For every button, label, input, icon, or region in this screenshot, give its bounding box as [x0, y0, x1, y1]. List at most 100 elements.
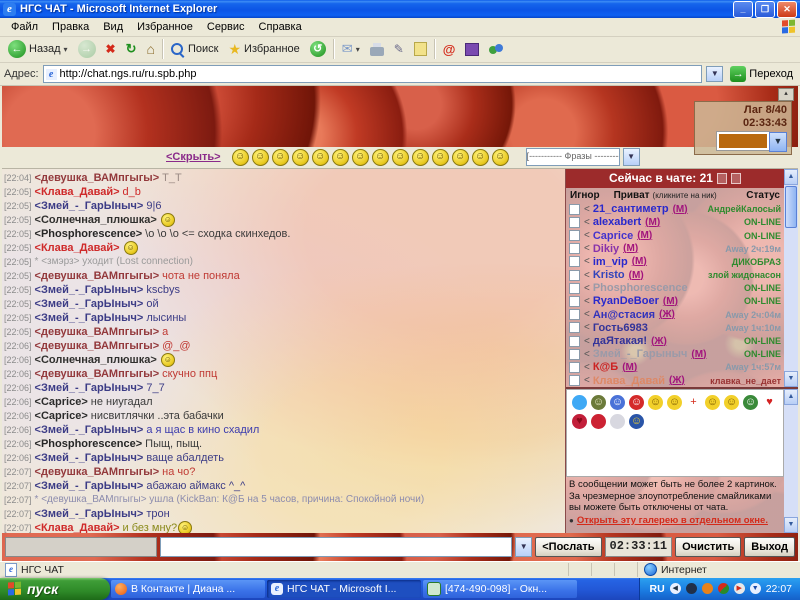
user-gender-link[interactable]: М: [629, 270, 644, 281]
smiley-icon[interactable]: ☺: [272, 149, 289, 166]
message-nick[interactable]: Змей_-_ГарЫныч: [35, 284, 144, 296]
message-input[interactable]: [160, 537, 512, 557]
smiley-icon[interactable]: ☺: [392, 149, 409, 166]
banner-collapse-icon[interactable]: ▴: [778, 88, 794, 101]
message-nick[interactable]: девушка_ВАМпгыгы: [35, 368, 160, 380]
user-nick[interactable]: 21_сантиметр: [593, 203, 669, 215]
go-button[interactable]: → Переход: [727, 66, 796, 82]
history-button[interactable]: ↺: [307, 40, 329, 58]
notes-button[interactable]: [411, 41, 430, 57]
message-nick[interactable]: Солнечная_плюшка: [35, 354, 157, 366]
gallery-smiley-icon[interactable]: ☺: [667, 395, 682, 410]
message-nick[interactable]: девушка_ВАМпгыгы: [35, 270, 160, 282]
refresh-button[interactable]: ↻: [123, 40, 140, 58]
search-button[interactable]: Поиск: [168, 42, 221, 56]
phrases-select[interactable]: [----------- Фразы -----------]: [526, 148, 620, 166]
exit-button[interactable]: Выход: [744, 537, 795, 557]
gallery-smiley-icon[interactable]: ☺: [743, 395, 758, 410]
gallery-smiley-icon[interactable]: ☺: [648, 395, 663, 410]
gallery-smiley-icon[interactable]: [610, 414, 625, 429]
close-button[interactable]: ✕: [777, 1, 797, 18]
message-nick[interactable]: Змей_-_ГарЫныч: [35, 424, 144, 436]
ignore-checkbox[interactable]: [569, 256, 580, 267]
smiley-icon[interactable]: ☺: [252, 149, 269, 166]
messenger-button[interactable]: [486, 42, 506, 57]
message-nick[interactable]: Caprice: [35, 410, 88, 422]
scroll-up-icon[interactable]: ▲: [784, 389, 798, 405]
user-gender-link[interactable]: М: [622, 362, 637, 373]
message-nick[interactable]: Змей_-_ГарЫныч: [35, 508, 144, 520]
mailru-button[interactable]: @: [440, 41, 459, 58]
smiley-icon[interactable]: ☺: [352, 149, 369, 166]
user-nick[interactable]: Caprice: [593, 230, 633, 242]
ignore-checkbox[interactable]: [569, 230, 580, 241]
menu-item[interactable]: Справка: [252, 21, 309, 33]
ignore-checkbox[interactable]: [569, 270, 580, 281]
user-nick[interactable]: Ан@стасия: [593, 309, 655, 321]
tray-arrow-icon[interactable]: ▼: [750, 583, 761, 594]
clear-button[interactable]: Очистить: [675, 537, 741, 557]
print-button[interactable]: [367, 42, 387, 57]
tray-orange-icon[interactable]: [702, 583, 713, 594]
user-gender-link[interactable]: М: [691, 349, 706, 360]
user-nick[interactable]: Dikiy: [593, 243, 619, 255]
user-gender-link[interactable]: М: [632, 256, 647, 267]
gallery-smiley-icon[interactable]: ☺: [705, 395, 720, 410]
message-nick[interactable]: Солнечная_плюшка: [35, 214, 157, 226]
minimize-button[interactable]: _: [733, 1, 753, 18]
ignore-checkbox[interactable]: [569, 296, 580, 307]
language-indicator[interactable]: RU: [650, 583, 665, 595]
ignore-checkbox[interactable]: [569, 362, 580, 373]
message-nick[interactable]: девушка_ВАМпгыгы: [35, 340, 160, 352]
start-button[interactable]: пуск: [0, 578, 110, 600]
user-gender-link[interactable]: Ж: [669, 375, 685, 386]
scroll-down-icon[interactable]: ▼: [784, 371, 798, 387]
message-nick[interactable]: Змей_-_ГарЫныч: [35, 452, 144, 464]
menu-item[interactable]: Вид: [96, 21, 130, 33]
gallery-smiley-icon[interactable]: [591, 414, 606, 429]
smiley-icon[interactable]: ☺: [412, 149, 429, 166]
user-gender-link[interactable]: Ж: [659, 309, 675, 320]
ignore-checkbox[interactable]: [569, 283, 580, 294]
back-dropdown-icon[interactable]: ▾: [64, 45, 68, 54]
taskbar-task-button[interactable]: [474-490-098] - Окн...: [423, 580, 577, 598]
gallery-smiley-icon[interactable]: ♥: [762, 395, 777, 410]
smiley-icon[interactable]: ☺: [372, 149, 389, 166]
ignore-checkbox[interactable]: [569, 243, 580, 254]
taskbar-task-button[interactable]: e НГС ЧАТ - Microsoft I...: [267, 580, 421, 598]
gallery-scrollbar[interactable]: ▲ ▼: [784, 389, 798, 532]
home-button[interactable]: ⌂: [144, 40, 158, 58]
taskbar-task-button[interactable]: В Контакте | Диана ...: [111, 580, 265, 598]
gallery-smiley-icon[interactable]: ♥: [572, 414, 587, 429]
user-nick[interactable]: Змей_-_Гарыныч: [593, 348, 688, 360]
address-input[interactable]: e http://chat.ngs.ru/ru.spb.php: [43, 65, 703, 83]
gallery-smiley-icon[interactable]: ☺: [724, 395, 739, 410]
ignore-checkbox[interactable]: [569, 349, 580, 360]
send-button[interactable]: <Послать: [535, 537, 601, 557]
userlist-popup-icon[interactable]: [731, 173, 741, 184]
menu-item[interactable]: Избранное: [130, 21, 200, 33]
media-button[interactable]: [462, 42, 482, 57]
color-select[interactable]: ▼: [699, 132, 787, 152]
tray-dark-icon[interactable]: [686, 583, 697, 594]
userlist-scrollbar[interactable]: ▲ ▼: [784, 169, 798, 388]
message-nick[interactable]: Caprice: [35, 396, 88, 408]
message-nick[interactable]: Клава_Давай: [35, 522, 120, 533]
ignore-checkbox[interactable]: [569, 217, 580, 228]
message-nick[interactable]: девушка_ВАМпгыгы: [35, 466, 160, 478]
gallery-smiley-icon[interactable]: +: [686, 395, 701, 410]
user-gender-link[interactable]: М: [645, 217, 660, 228]
user-nick[interactable]: К@Б: [593, 361, 618, 373]
tray-player-icon[interactable]: ▶: [734, 583, 745, 594]
message-nick[interactable]: Phosphorescence: [35, 438, 143, 450]
edit-button[interactable]: ✎: [391, 40, 407, 58]
smiley-icon[interactable]: ☺: [312, 149, 329, 166]
message-nick[interactable]: Клава_Давай: [35, 242, 120, 254]
ignore-checkbox[interactable]: [569, 375, 580, 386]
message-nick[interactable]: девушка_ВАМпгыгы: [35, 172, 160, 184]
user-nick[interactable]: Клава_Давай: [593, 375, 665, 387]
message-nick[interactable]: Змей_-_ГарЫныч: [35, 312, 144, 324]
message-nick[interactable]: Phosphorescence: [35, 228, 143, 240]
user-nick[interactable]: alexabert: [593, 216, 641, 228]
user-nick[interactable]: im_vip: [593, 256, 628, 268]
